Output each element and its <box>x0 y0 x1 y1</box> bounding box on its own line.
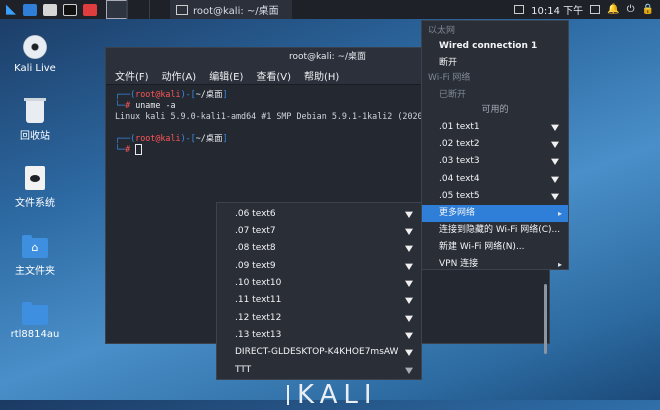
wifi-header: Wi-Fi 网络 <box>428 73 471 83</box>
show-desktop-icon[interactable] <box>23 3 37 16</box>
kali-wallpaper-logo: KALI <box>287 380 378 410</box>
wifi-signal-icon <box>551 193 559 200</box>
wifi-network-item[interactable]: .12 text12 <box>217 310 421 327</box>
wifi-network-item[interactable]: TTT <box>217 362 421 379</box>
file-manager-icon[interactable] <box>43 3 57 16</box>
wifi-network-item[interactable]: .05 text5 <box>422 188 568 205</box>
new-wifi-network-item[interactable]: 新建 Wi-Fi 网络(N)... <box>422 239 568 256</box>
desktop-icon-label: 文件系统 <box>15 198 55 209</box>
wifi-network-item[interactable]: .03 text3 <box>422 153 568 170</box>
wifi-network-item[interactable]: .13 text13 <box>217 327 421 344</box>
wifi-network-item[interactable]: .09 text9 <box>217 258 421 275</box>
kali-menu-icon[interactable]: ◣ <box>2 2 20 18</box>
desktop-icon-label: 主文件夹 <box>15 266 55 277</box>
wifi-network-item[interactable]: .02 text2 <box>422 136 568 153</box>
text-cursor <box>135 144 143 155</box>
wifi-signal-icon <box>551 176 559 183</box>
wifi-network-item[interactable]: .10 text10 <box>217 275 421 292</box>
wifi-network-item[interactable]: DIRECT-GLDESKTOP-K4KHOE7msAW <box>217 344 421 361</box>
desktop-icon-label: rtl8814au <box>10 329 60 340</box>
cd-icon <box>23 35 47 59</box>
network-icon[interactable] <box>590 5 601 14</box>
browser-icon[interactable] <box>83 3 97 16</box>
wifi-signal-icon <box>551 124 559 131</box>
wifi-network-item[interactable]: .07 text7 <box>217 223 421 240</box>
prompt-dir: ~/桌面 <box>195 89 223 99</box>
menu-edit[interactable]: 编辑(E) <box>209 68 243 83</box>
wired-connection-item[interactable]: Wired connection 1 <box>422 38 568 55</box>
wifi-signal-icon <box>405 349 413 356</box>
trash-icon <box>24 98 46 123</box>
workspace-1[interactable] <box>106 0 128 19</box>
wifi-signal-icon <box>405 211 413 218</box>
wifi-signal-icon <box>405 297 413 304</box>
wifi-network-item[interactable]: .04 text4 <box>422 171 568 188</box>
folder-icon <box>22 302 48 325</box>
menu-file[interactable]: 文件(F) <box>115 68 149 83</box>
power-icon[interactable]: ⏻ <box>627 4 635 15</box>
desktop-icon-label: Kali Live <box>14 63 56 74</box>
wifi-network-item[interactable]: .11 text11 <box>217 292 421 309</box>
window-icon <box>176 4 188 15</box>
prompt-user: root@kali <box>135 133 181 143</box>
terminal-icon[interactable] <box>63 3 77 16</box>
desktop-icon-kali-live[interactable]: Kali Live <box>6 35 64 74</box>
desktop-icon-filesystem[interactable]: 文件系统 <box>6 166 64 209</box>
wifi-network-item[interactable]: .08 text8 <box>217 240 421 257</box>
desktop-icon-label: 回收站 <box>20 131 50 142</box>
network-menu: 以太网 Wired connection 1 断开 Wi-Fi 网络 已断开 可… <box>421 20 569 270</box>
desktop-icon-trash[interactable]: 回收站 <box>6 98 64 142</box>
more-networks-item[interactable]: 更多网络 ▸ <box>422 205 568 222</box>
taskbar-terminal-button[interactable]: root@kali: ~/桌面 <box>170 0 292 19</box>
more-networks-submenu: .06 text6 .07 text7 .08 text8 .09 text9 … <box>216 202 422 380</box>
desktop-icon-home[interactable]: ⌂ 主文件夹 <box>6 235 64 277</box>
desktop-icon-rtl8814au[interactable]: rtl8814au <box>6 302 64 340</box>
connect-hidden-wifi-item[interactable]: 连接到隐藏的 Wi-Fi 网络(C)... <box>422 222 568 239</box>
workspace-switcher[interactable] <box>106 0 150 19</box>
scrollbar[interactable] <box>544 284 547 354</box>
task-title: root@kali: ~/桌面 <box>193 6 279 17</box>
prompt-dir: ~/桌面 <box>195 133 223 143</box>
wifi-signal-icon <box>551 158 559 165</box>
command-output: Linux kali 5.9.0-kali1-amd64 #1 SMP Debi… <box>115 111 448 121</box>
available-label: 可用的 <box>481 105 509 115</box>
home-folder-icon: ⌂ <box>22 235 48 258</box>
taskbar: ◣ root@kali: ~/桌面 10:14 下午 🔔 ⏻ 🔒 <box>0 0 660 19</box>
prompt-user: root@kali <box>135 89 181 99</box>
chevron-right-icon: ▸ <box>557 260 562 269</box>
workspace-icon[interactable] <box>514 5 525 14</box>
menu-help[interactable]: 帮助(H) <box>304 68 339 83</box>
wifi-network-item[interactable]: .01 text1 <box>422 119 568 136</box>
wifi-signal-icon <box>405 332 413 339</box>
wifi-signal-icon <box>405 280 413 287</box>
clock[interactable]: 10:14 下午 <box>531 2 583 17</box>
notification-icon[interactable]: 🔔 <box>607 4 619 15</box>
wifi-signal-icon <box>551 141 559 148</box>
chevron-right-icon: ▸ <box>557 209 562 218</box>
lock-icon[interactable]: 🔒 <box>642 4 654 15</box>
workspace-2[interactable] <box>128 0 150 19</box>
command-text: uname -a <box>135 100 176 110</box>
wifi-signal-icon <box>405 228 413 235</box>
drive-icon <box>25 166 45 190</box>
menu-view[interactable]: 查看(V) <box>256 68 291 83</box>
vpn-connections-item[interactable]: VPN 连接 ▸ <box>422 256 568 273</box>
menu-action[interactable]: 动作(A) <box>162 68 197 83</box>
wifi-signal-icon <box>405 263 413 270</box>
wifi-network-item[interactable]: .06 text6 <box>217 206 421 223</box>
wifi-signal-icon <box>405 315 413 322</box>
wifi-signal-icon <box>405 367 413 374</box>
wifi-signal-icon <box>405 245 413 252</box>
